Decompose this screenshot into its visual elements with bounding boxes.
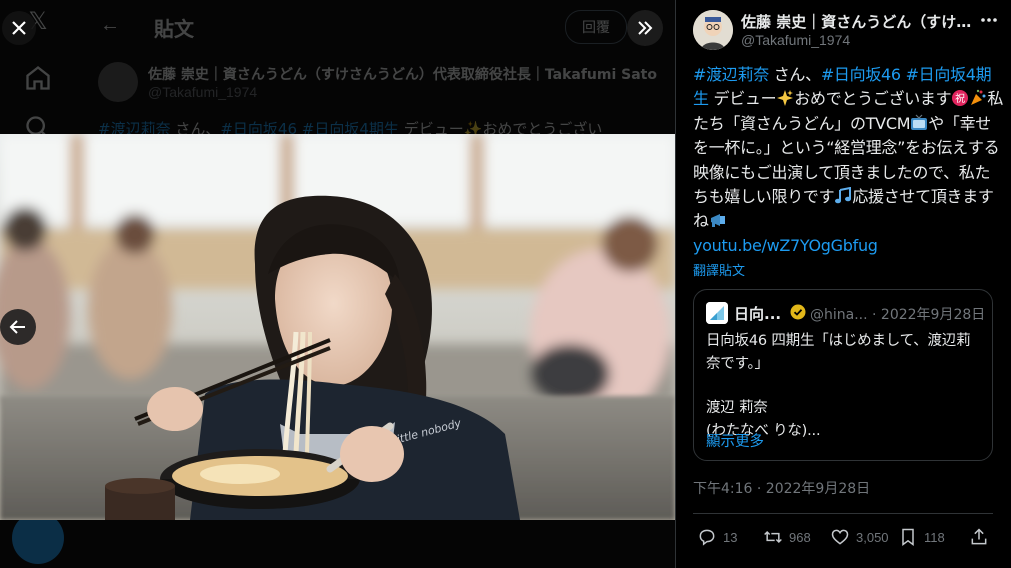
youtube-link[interactable]: youtu.be/wZ7YOgGbfug — [693, 236, 878, 255]
megaphone-emoji-icon — [710, 214, 725, 228]
hashtag-link[interactable]: #日向坂46 — [821, 65, 901, 84]
bookmark-icon — [902, 528, 914, 546]
quoted-text-spacer — [706, 375, 982, 397]
repost-button[interactable]: 968 — [763, 527, 811, 547]
media-viewer: 𝕏 ← 貼文 回覆 佐藤 崇史｜資さんうどん（すけさんうどん）代表取締役社長｜T… — [0, 0, 675, 568]
tweet-text: #渡辺莉奈 さん、#日向坂46 #日向坂4期生 デビュー おめでとうございます祝私… — [693, 63, 1003, 258]
quoted-author-handle-and-date: @hina... · 2022年9月28日 — [810, 307, 986, 323]
quoted-tweet-text: 日向坂46 四期生「はじめまして、渡辺莉奈です。」 渡辺 莉奈 (わたなべ りな… — [706, 330, 982, 442]
background-page-title: 貼文 — [154, 17, 194, 41]
background-author-name: 佐藤 崇史｜資さんうどん（すけさんうどん）代表取締役社長｜Takafumi Sa… — [148, 67, 657, 83]
like-count: 3,050 — [856, 529, 889, 545]
background-avatar — [98, 62, 138, 102]
author-handle[interactable]: @Takafumi_1974 — [741, 32, 850, 48]
hashtag-link[interactable]: #渡辺莉奈 — [693, 65, 769, 84]
home-icon — [22, 64, 54, 96]
close-icon — [12, 21, 26, 35]
close-button[interactable] — [2, 11, 36, 45]
heart-icon — [831, 529, 849, 545]
double-chevron-right-icon — [638, 21, 653, 35]
background-header: ← 貼文 回覆 — [78, 0, 675, 52]
musical-notes-emoji-icon — [835, 187, 852, 204]
author-name[interactable]: 佐藤 崇史｜資さんうどん（すけさんうどん）代表取締役社長 — [741, 11, 977, 32]
background-author-handle: @Takafumi_1974 — [148, 84, 258, 100]
verified-badge-icon — [790, 304, 806, 320]
bookmark-count: 118 — [924, 529, 945, 545]
party-popper-emoji-icon — [971, 90, 986, 106]
sparkles-emoji-icon — [777, 90, 794, 107]
bookmark-button[interactable]: 118 — [898, 527, 945, 547]
quoted-tweet[interactable]: 日向... @hina... · 2022年9月28日 日向坂46 四期生「はじ… — [693, 289, 993, 461]
media-image[interactable]: little nobody — [0, 134, 675, 520]
share-icon — [971, 528, 987, 545]
translate-post-link[interactable]: 翻譯貼文 — [693, 260, 745, 279]
collapse-panel-button[interactable] — [627, 10, 663, 46]
celebration-kanji-emoji-icon: 祝 — [952, 90, 969, 107]
reply-count: 13 — [723, 529, 738, 545]
tweet-text-segment: さん、 — [768, 65, 821, 84]
more-horizontal-icon — [981, 18, 997, 22]
arrow-left-icon — [9, 320, 25, 334]
avatar-illustration — [693, 10, 733, 50]
reply-icon — [699, 529, 715, 546]
more-options-button[interactable] — [979, 12, 999, 28]
author-avatar[interactable] — [693, 10, 733, 50]
divider — [693, 513, 993, 514]
back-arrow-icon: ← — [100, 14, 120, 36]
quoted-text-line: 渡辺 莉奈 — [706, 400, 768, 416]
hinatazaka-logo-icon — [706, 302, 728, 324]
video-frame-illustration: little nobody — [0, 134, 675, 520]
background-author: 佐藤 崇史｜資さんうどん（すけさんうどん）代表取締役社長｜Takafumi Sa… — [98, 60, 668, 106]
tweet-detail-panel: 佐藤 崇史｜資さんうどん（すけさんうどん）代表取締役社長 @Takafumi_1… — [675, 0, 1011, 568]
quoted-author-name: 日向... — [734, 305, 782, 323]
repost-icon — [764, 530, 782, 544]
reply-button[interactable]: 13 — [697, 527, 737, 547]
show-more-link[interactable]: 顯示更多 — [706, 430, 764, 451]
television-emoji-icon — [911, 114, 928, 130]
tweet-text-segment: おめでとうございます — [794, 89, 952, 109]
repost-count: 968 — [789, 529, 811, 545]
background-reply-button: 回覆 — [565, 10, 627, 44]
quoted-text-line: 日向坂46 四期生「はじめまして、渡辺莉奈です。」 — [706, 333, 971, 372]
share-button[interactable] — [969, 527, 989, 547]
svg-text:祝: 祝 — [955, 92, 965, 105]
tweet-text-segment: デビュー — [708, 89, 777, 109]
previous-media-button[interactable] — [0, 309, 36, 345]
quoted-author-avatar — [706, 302, 728, 324]
like-button[interactable]: 3,050 — [830, 527, 889, 547]
tweet-actions-bar: 13 968 3,050 118 — [693, 524, 993, 554]
tweet-timestamp[interactable]: 下午4:16 · 2022年9月28日 — [693, 478, 870, 498]
